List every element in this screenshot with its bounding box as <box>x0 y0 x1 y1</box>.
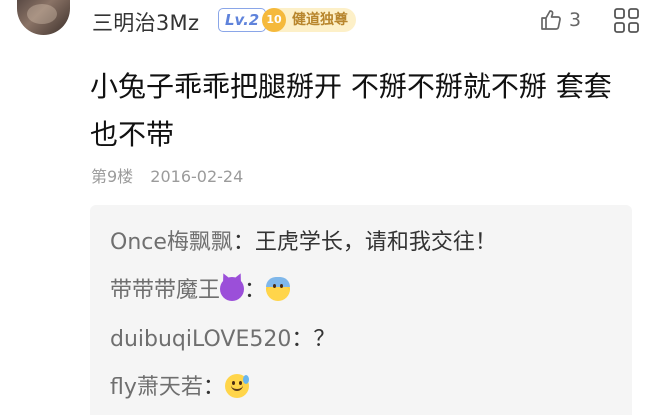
reply-text: ？ <box>313 327 336 352</box>
smiling-devil-icon <box>220 277 245 301</box>
username[interactable]: 三明治3Mz <box>92 7 199 37</box>
fan-level-number: 10 <box>262 8 286 32</box>
post-date: 2016-02-24 <box>150 167 244 186</box>
fan-badge: 10 健道独尊 <box>262 8 356 32</box>
grinning-sweat-icon <box>224 374 249 398</box>
reply-item[interactable]: duibuqiLOVE520：？ <box>110 321 335 353</box>
thumbs-up-icon <box>541 10 561 30</box>
post-meta: 第9楼 2016-02-24 <box>91 163 255 187</box>
avatar[interactable] <box>17 0 70 35</box>
reply-separator: ： <box>244 278 267 303</box>
level-badge: Lv.2 <box>218 8 267 32</box>
reply-separator: ： <box>232 230 255 255</box>
reply-separator: ： <box>202 375 225 400</box>
reply-separator: ： <box>291 327 314 352</box>
reply-item[interactable]: 带带带魔王 ： <box>110 272 291 304</box>
reply-list: Once梅飘飘：王虎学长，请和我交往！ 带带带魔王： duibuqiLOVE52… <box>90 205 632 415</box>
reply-username[interactable]: Once梅飘飘 <box>110 230 233 255</box>
like-count: 3 <box>569 9 582 31</box>
fearful-face-icon <box>266 277 291 301</box>
more-options-icon[interactable] <box>612 6 642 36</box>
reply-text: 王虎学长，请和我交往！ <box>254 230 497 255</box>
fan-badge-label: 健道独尊 <box>292 12 348 28</box>
post-content: 小兔子乖乖把腿掰开 不掰不掰就不掰 套套也不带 <box>90 70 612 151</box>
reply-username[interactable]: duibuqiLOVE520 <box>110 327 291 352</box>
floor-number: 第9楼 <box>91 167 134 186</box>
like-button[interactable]: 3 <box>539 8 581 32</box>
reply-username[interactable]: 带带带魔王 <box>110 278 220 303</box>
reply-item[interactable]: Once梅飘飘：王虎学长，请和我交往！ <box>110 224 497 256</box>
reply-username[interactable]: fly萧天若 <box>110 375 203 400</box>
reply-item[interactable]: fly萧天若： <box>110 369 249 401</box>
